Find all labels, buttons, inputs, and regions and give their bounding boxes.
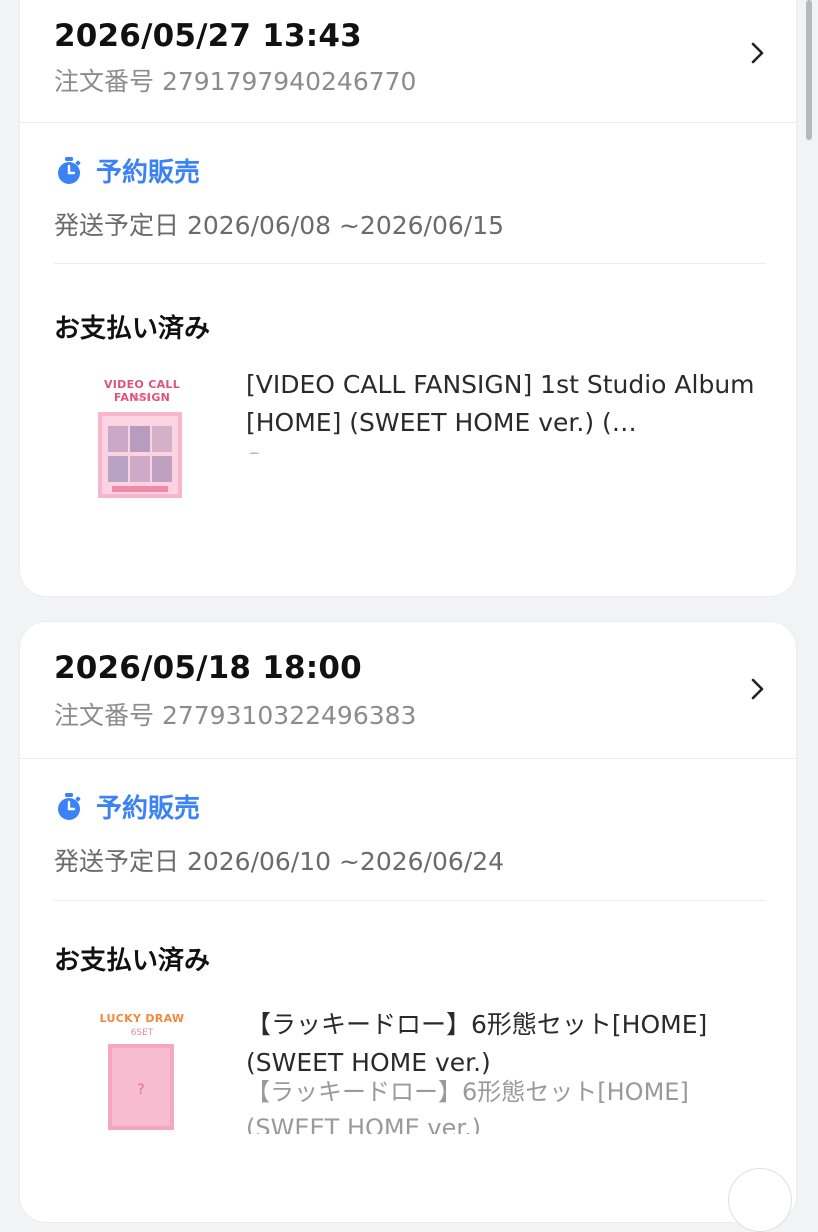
- divider: [54, 263, 766, 264]
- thumbnail-sub: SET: [133, 394, 151, 404]
- scrollbar[interactable]: [806, 0, 812, 140]
- product-title[interactable]: [VIDEO CALL FANSIGN] 1st Studio Album [H…: [246, 366, 766, 442]
- order-number: 注文番号 2791797940246770: [54, 67, 417, 96]
- product-thumbnail[interactable]: LUCKY DRAW 6SET ?: [82, 1008, 202, 1138]
- shipping-date: 発送予定日 2026/06/08 ~2026/06/15: [54, 211, 505, 240]
- status-row: 予約販売: [54, 152, 200, 189]
- chevron-right-icon[interactable]: [744, 676, 770, 702]
- status-label: 予約販売: [96, 158, 201, 188]
- thumbnail-caption: LUCKY DRAW: [99, 1012, 185, 1025]
- chevron-right-icon[interactable]: [744, 40, 770, 66]
- order-number: 注文番号 2779310322496383: [54, 701, 417, 730]
- album-cover-icon: [98, 412, 182, 498]
- order-card[interactable]: 2026/05/27 13:43 注文番号 2791797940246770 予…: [20, 0, 796, 596]
- shipping-date: 発送予定日 2026/06/10 ~2026/06/24: [54, 847, 505, 876]
- thumbnail-sub: 6SET: [130, 1028, 154, 1038]
- stopwatch-icon: [58, 156, 81, 184]
- product-subtitle: 【ラッキードロー】6形態セット[HOME](SWEET HOME ver.): [246, 1078, 689, 1134]
- order-datetime: 2026/05/27 13:43: [54, 18, 362, 54]
- order-header[interactable]: 2026/05/27 13:43 注文番号 2791797940246770: [20, 0, 796, 122]
- status-row: 予約販売: [54, 788, 200, 825]
- svg-text:?: ?: [137, 1082, 144, 1098]
- product-title[interactable]: 【ラッキードロー】6形態セット[HOME](SWEET HOME ver.): [246, 1006, 766, 1082]
- divider: [20, 122, 796, 123]
- scroll-to-top-button[interactable]: [728, 1168, 792, 1232]
- divider: [54, 900, 766, 901]
- stopwatch-icon: [58, 792, 81, 820]
- order-header[interactable]: 2026/05/18 18:00 注文番号 2779310322496383: [20, 622, 796, 758]
- order-datetime: 2026/05/18 18:00: [54, 650, 362, 686]
- divider: [20, 758, 796, 759]
- box-set-icon: ?: [108, 1044, 174, 1130]
- order-card[interactable]: 2026/05/18 18:00 注文番号 2779310322496383 予…: [20, 622, 796, 1222]
- product-subtitle-clip: S: [246, 444, 766, 454]
- payment-status: お支払い済み: [54, 314, 211, 344]
- product-subtitle: S: [246, 444, 766, 454]
- payment-status: お支払い済み: [54, 946, 211, 976]
- product-thumbnail[interactable]: VIDEO CALL FANSIGN SET: [82, 376, 202, 506]
- status-label: 予約販売: [96, 794, 201, 824]
